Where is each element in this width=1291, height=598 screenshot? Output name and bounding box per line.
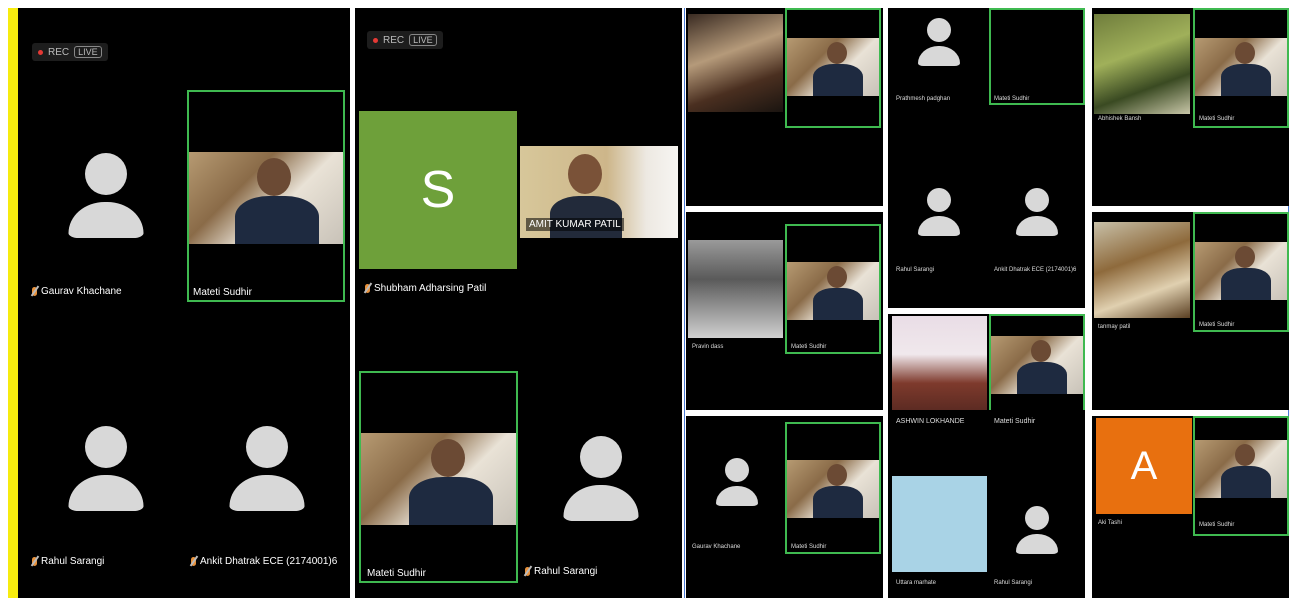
participant-photo (1094, 14, 1190, 114)
participant-tile[interactable]: Gaurav Khachane (28, 98, 183, 298)
collage-tile: ASHWIN LOKHANDE Mateti Sudhir Uttara mar… (888, 410, 1085, 598)
collage-tile: Prathmesh padghan Mateti Sudhir Rahul Sa… (888, 8, 1085, 308)
participant-tile[interactable]: Rahul Sarangi (28, 408, 183, 583)
participant-tile[interactable]: AMIT KUMAR PATIL (520, 146, 680, 238)
avatar-placeholder-icon (563, 436, 638, 521)
avatar-placeholder-icon (716, 458, 758, 506)
collage-tile: Abhishek Bansh Mateti Sudhir (1092, 8, 1289, 206)
participant-name: Rahul Sarangi (525, 566, 597, 577)
meeting-panel-1: REC LIVE Gaurav Khachane Mateti Sudhir R… (18, 8, 350, 598)
avatar-placeholder-icon (229, 426, 304, 511)
participant-photo (688, 14, 783, 112)
avatar-placeholder-icon (918, 188, 960, 236)
record-dot-icon (373, 37, 378, 43)
avatar-placeholder-icon (68, 426, 143, 511)
muted-mic-icon (32, 557, 37, 566)
avatar-placeholder-icon (1016, 506, 1058, 554)
collage-tile (686, 8, 883, 206)
collage-tile (888, 314, 1085, 410)
avatar-placeholder-icon (1016, 188, 1058, 236)
video-feed (189, 152, 343, 244)
letter-avatar: S (359, 111, 517, 269)
record-dot-icon (38, 49, 43, 55)
avatar-placeholder-icon (68, 153, 143, 238)
blank-video-tile (892, 476, 987, 572)
participant-name: Shubham Adharsing Patil (365, 283, 486, 294)
participant-name: Mateti Sudhir (367, 568, 426, 579)
participant-name: Ankit Dhatrak ECE (2174001)6 (191, 556, 337, 567)
participant-tile[interactable]: Ankit Dhatrak ECE (2174001)6 (187, 408, 347, 583)
muted-mic-icon (191, 557, 196, 566)
participant-name: Gaurav Khachane (32, 286, 122, 297)
recording-indicator: REC LIVE (32, 43, 108, 61)
letter-avatar: A (1096, 418, 1192, 514)
collage-tile: A Aki Tashi Mateti Sudhir (1092, 416, 1289, 598)
active-speaker-tile[interactable]: Mateti Sudhir (187, 90, 345, 302)
muted-mic-icon (365, 284, 370, 293)
participant-name: Rahul Sarangi (32, 556, 104, 567)
collage-tile: tanmay patil Mateti Sudhir (1092, 212, 1289, 410)
participant-name: AMIT KUMAR PATIL (526, 218, 624, 231)
window-edge (8, 8, 18, 598)
collage-tile: Gaurav Khachane Mateti Sudhir (686, 416, 883, 598)
screenshot-collage: Prathmesh padghan Mateti Sudhir Rahul Sa… (684, 8, 1289, 598)
participant-name: Mateti Sudhir (193, 287, 252, 298)
rec-label: REC (383, 34, 405, 46)
participant-tile[interactable]: Rahul Sarangi (521, 418, 681, 583)
recording-indicator: REC LIVE (367, 31, 443, 49)
video-feed (361, 433, 516, 525)
participant-photo (892, 316, 987, 410)
participant-photo (1094, 222, 1190, 318)
active-speaker-tile[interactable]: Mateti Sudhir (359, 371, 518, 583)
rec-label: REC (48, 46, 70, 58)
collage-tile: Pravin dass Mateti Sudhir (686, 212, 883, 410)
muted-mic-icon (525, 567, 530, 576)
muted-mic-icon (32, 287, 37, 296)
participant-tile[interactable]: S Shubham Adharsing Patil (359, 111, 519, 301)
live-badge: LIVE (409, 34, 437, 46)
avatar-placeholder-icon (918, 18, 960, 66)
live-badge: LIVE (74, 46, 102, 58)
meeting-panel-2: REC LIVE S Shubham Adharsing Patil AMIT … (355, 8, 682, 598)
participant-photo (688, 240, 783, 338)
